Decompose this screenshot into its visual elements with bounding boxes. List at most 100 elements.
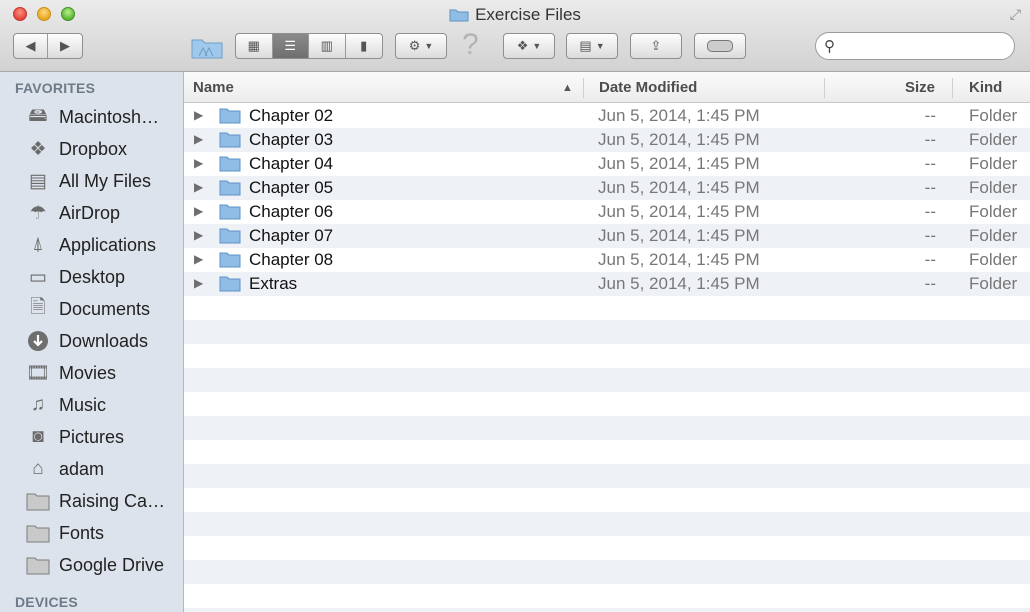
sidebar-item-downloads[interactable]: Downloads bbox=[0, 326, 183, 356]
icon-view-button[interactable]: ▦ bbox=[236, 34, 273, 58]
empty-row bbox=[184, 464, 1030, 488]
tags-button[interactable] bbox=[694, 33, 746, 59]
empty-row bbox=[184, 488, 1030, 512]
sidebar-item-all-my-files[interactable]: ▤ All My Files bbox=[0, 166, 183, 196]
file-kind: Folder bbox=[969, 202, 1018, 221]
table-row[interactable]: ▶ Chapter 07 Jun 5, 2014, 1:45 PM -- Folder bbox=[184, 224, 1030, 248]
disclosure-triangle-icon[interactable]: ▶ bbox=[194, 204, 203, 218]
sidebar-item-label: Music bbox=[59, 394, 107, 415]
arrange-menu-button[interactable]: ▤ ▼ bbox=[566, 33, 618, 59]
movies-icon: 🎞 bbox=[25, 363, 51, 384]
chevron-down-icon: ▼ bbox=[595, 41, 605, 51]
sidebar-item-google-drive[interactable]: Google Drive bbox=[0, 550, 183, 580]
sidebar-item-label: Dropbox bbox=[59, 138, 128, 159]
folder-path-icon bbox=[191, 39, 223, 59]
icon-view-icon: ▦ bbox=[247, 38, 260, 53]
folder-icon bbox=[219, 276, 241, 292]
sidebar-item-macintosh[interactable]: 🖴 Macintosh… bbox=[0, 102, 183, 132]
file-date-modified: Jun 5, 2014, 1:45 PM bbox=[598, 274, 760, 293]
sidebar-item-airdrop[interactable]: ☂ AirDrop bbox=[0, 198, 183, 228]
arrange-grid-icon: ▤ bbox=[579, 38, 592, 53]
table-row[interactable]: ▶ Chapter 03 Jun 5, 2014, 1:45 PM -- Folder bbox=[184, 128, 1030, 152]
help-icon[interactable]: ? bbox=[462, 28, 479, 62]
empty-row bbox=[184, 560, 1030, 584]
column-header-name[interactable]: Name bbox=[193, 79, 234, 96]
sidebar-item-raising-ca[interactable]: Raising Ca… bbox=[0, 486, 183, 516]
folder-icon bbox=[26, 521, 50, 545]
toolbar: Exercise Files ⤢ ◀ ▶ ▦ ☰ ▥ ▮ ⚙ ▼ ? ❖ ▼ ▤… bbox=[0, 0, 1030, 72]
sidebar-item-label: Desktop bbox=[59, 266, 126, 287]
file-size: -- bbox=[924, 274, 936, 293]
forward-button[interactable]: ▶ bbox=[48, 34, 82, 58]
sidebar-item-documents[interactable]: 🗎 Documents bbox=[0, 294, 183, 324]
table-row[interactable]: ▶ Chapter 02 Jun 5, 2014, 1:45 PM -- Folder bbox=[184, 104, 1030, 128]
disclosure-triangle-icon[interactable]: ▶ bbox=[194, 180, 203, 194]
sidebar-item-label: Documents bbox=[59, 298, 151, 319]
coverflow-view-button[interactable]: ▮ bbox=[346, 34, 382, 58]
disclosure-triangle-icon[interactable]: ▶ bbox=[194, 132, 203, 146]
column-divider[interactable] bbox=[824, 78, 825, 98]
airdrop-icon: ☂ bbox=[29, 202, 47, 224]
documents-icon: 🗎 bbox=[30, 297, 46, 318]
empty-row bbox=[184, 512, 1030, 536]
disclosure-triangle-icon[interactable]: ▶ bbox=[194, 156, 203, 170]
back-button[interactable]: ◀ bbox=[14, 34, 49, 58]
sidebar-item-label: Fonts bbox=[59, 522, 105, 543]
all-files-icon: ▤ bbox=[29, 170, 47, 192]
sidebar-item-label: Raising Ca… bbox=[59, 490, 166, 511]
sidebar-item-adam[interactable]: ⌂ adam bbox=[0, 454, 183, 484]
disclosure-triangle-icon[interactable]: ▶ bbox=[194, 108, 203, 122]
home-icon: ⌂ bbox=[32, 458, 44, 479]
search-input[interactable] bbox=[844, 37, 1008, 54]
file-name: Chapter 02 bbox=[249, 106, 334, 125]
folder-icon bbox=[219, 252, 241, 268]
sidebar-item-label: Movies bbox=[59, 362, 117, 383]
table-row[interactable]: ▶ Chapter 05 Jun 5, 2014, 1:45 PM -- Folder bbox=[184, 176, 1030, 200]
action-menu-button[interactable]: ⚙ ▼ bbox=[395, 33, 447, 59]
sidebar-item-dropbox[interactable]: ❖ Dropbox bbox=[0, 134, 183, 164]
table-row[interactable]: ▶ Chapter 04 Jun 5, 2014, 1:45 PM -- Folder bbox=[184, 152, 1030, 176]
back-forward-control: ◀ ▶ bbox=[13, 33, 83, 59]
list-view-button[interactable]: ☰ bbox=[272, 34, 309, 58]
desktop-icon: ▭ bbox=[29, 266, 47, 288]
column-header-kind[interactable]: Kind bbox=[969, 79, 1002, 96]
column-divider[interactable] bbox=[952, 78, 953, 98]
file-name: Chapter 05 bbox=[249, 178, 334, 197]
empty-row bbox=[184, 416, 1030, 440]
sidebar-item-music[interactable]: ♫ Music bbox=[0, 390, 183, 420]
path-button[interactable] bbox=[190, 34, 224, 60]
tag-pill-icon bbox=[707, 40, 733, 52]
sidebar-item-fonts[interactable]: Fonts bbox=[0, 518, 183, 548]
column-divider[interactable] bbox=[583, 78, 584, 98]
fullscreen-icon[interactable]: ⤢ bbox=[1010, 6, 1021, 23]
folder-icon bbox=[219, 156, 241, 172]
dropbox-menu-button[interactable]: ❖ ▼ bbox=[503, 33, 555, 59]
search-field[interactable]: ⚲ bbox=[815, 32, 1015, 60]
column-header-size[interactable]: Size bbox=[905, 79, 935, 96]
sidebar-item-desktop[interactable]: ▭ Desktop bbox=[0, 262, 183, 292]
sidebar-item-pictures[interactable]: ◙ Pictures bbox=[0, 422, 183, 452]
folder-icon bbox=[219, 228, 241, 244]
sidebar-item-applications[interactable]: ⍋ Applications bbox=[0, 230, 183, 260]
empty-row bbox=[184, 392, 1030, 416]
file-size: -- bbox=[924, 130, 936, 149]
dropbox-icon: ❖ bbox=[516, 38, 529, 53]
disclosure-triangle-icon[interactable]: ▶ bbox=[194, 228, 203, 242]
disclosure-triangle-icon[interactable]: ▶ bbox=[194, 276, 203, 290]
share-button[interactable]: ⇪ bbox=[630, 33, 682, 59]
sidebar-item-movies[interactable]: 🎞 Movies bbox=[0, 358, 183, 388]
applications-icon: ⍋ bbox=[32, 234, 44, 255]
sidebar: FAVORITES 🖴 Macintosh… ❖ Dropbox ▤ All My Fil… bbox=[0, 72, 184, 612]
folder-icon bbox=[219, 132, 241, 148]
disclosure-triangle-icon[interactable]: ▶ bbox=[194, 252, 203, 266]
column-header-date[interactable]: Date Modified bbox=[599, 79, 697, 96]
table-row[interactable]: ▶ Chapter 06 Jun 5, 2014, 1:45 PM -- Folder bbox=[184, 200, 1030, 224]
file-name: Chapter 06 bbox=[249, 202, 334, 221]
table-row[interactable]: ▶ Chapter 08 Jun 5, 2014, 1:45 PM -- Folder bbox=[184, 248, 1030, 272]
table-row[interactable]: ▶ Extras Jun 5, 2014, 1:45 PM -- Folder bbox=[184, 272, 1030, 296]
column-view-button[interactable]: ▥ bbox=[309, 34, 346, 58]
back-arrow-icon: ◀ bbox=[25, 38, 36, 53]
file-date-modified: Jun 5, 2014, 1:45 PM bbox=[598, 250, 760, 269]
file-kind: Folder bbox=[969, 106, 1018, 125]
file-size: -- bbox=[924, 154, 936, 173]
